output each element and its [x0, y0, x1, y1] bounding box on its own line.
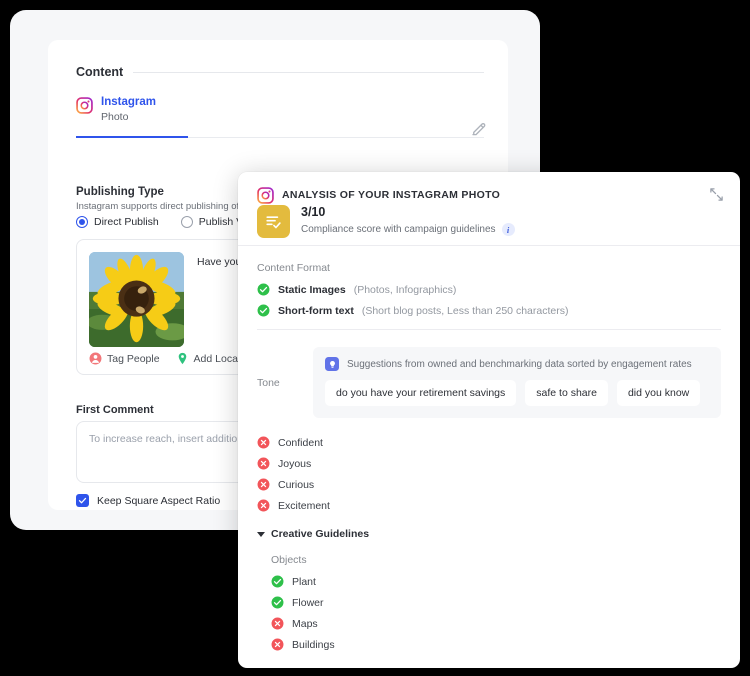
checkbox-checked[interactable] [76, 494, 89, 507]
object-item: Plant [271, 575, 721, 588]
check-circle-icon [257, 304, 270, 317]
tone-label: Tone [257, 376, 280, 389]
tone-hint-row: Suggestions from owned and benchmarking … [325, 357, 709, 371]
tab-underline-rule [188, 137, 484, 138]
tone-item: Confident [257, 436, 721, 449]
chevron-down-icon [257, 531, 265, 537]
screen: Content Instagram Photo Publishing Type … [0, 0, 750, 676]
content-format-item-name: Short-form text [278, 304, 354, 317]
checklist-icon [266, 216, 281, 229]
object-item: Buildings [271, 638, 721, 651]
objects-section: Objects Plant Flower Maps Buildings [257, 554, 721, 651]
analysis-panel: ANALYSIS OF YOUR INSTAGRAM PHOTO 3/10 Co… [238, 172, 740, 668]
object-item: Maps [271, 617, 721, 630]
radio-direct-publish-label: Direct Publish [94, 216, 159, 228]
object-item: Flower [271, 596, 721, 609]
content-format-item: Static Images (Photos, Infographics) [257, 283, 721, 296]
objects-label: Objects [271, 554, 307, 566]
analysis-panel-body: Content Format Static Images (Photos, In… [238, 246, 740, 651]
score-caption-row: Compliance score with campaign guideline… [301, 223, 515, 236]
section-divider [257, 329, 721, 330]
tone-chip[interactable]: did you know [616, 380, 701, 406]
content-section-header: Content [76, 65, 484, 79]
lightbulb-icon [325, 357, 339, 371]
analysis-panel-title: ANALYSIS OF YOUR INSTAGRAM PHOTO [282, 188, 501, 201]
tone-item-name: Confident [278, 436, 323, 449]
pencil-icon[interactable] [470, 120, 488, 138]
tone-chip[interactable]: safe to share [525, 380, 608, 406]
location-pin-icon [178, 352, 186, 365]
content-format-item: Short-form text (Short blog posts, Less … [257, 304, 721, 317]
object-item-name: Flower [292, 596, 324, 609]
header-divider [133, 71, 484, 73]
tone-item: Excitement [257, 499, 721, 512]
post-thumbnail[interactable] [89, 252, 184, 347]
tag-people-label: Tag People [107, 352, 160, 365]
content-format-item-note: (Photos, Infographics) [353, 283, 457, 296]
publishing-type-title: Publishing Type [76, 186, 164, 198]
check-icon [78, 497, 87, 504]
tag-people-button[interactable]: Tag People [89, 352, 160, 365]
tone-chip[interactable]: do you have your retirement savings [325, 380, 517, 406]
tone-item-name: Joyous [278, 457, 312, 470]
content-format-item-name: Static Images [278, 283, 346, 296]
check-circle-icon [271, 596, 284, 609]
object-item-name: Buildings [292, 638, 335, 651]
score-value: 3/10 [301, 205, 326, 219]
creative-guidelines-toggle[interactable]: Creative Guidelines [257, 528, 721, 540]
content-format-label: Content Format [257, 262, 330, 274]
creative-guidelines-label: Creative Guidelines [271, 528, 370, 540]
lightbulb-glyph [329, 360, 335, 368]
tone-item-name: Curious [278, 478, 315, 491]
tone-item: Joyous [257, 457, 721, 470]
tone-section: Tone Suggestions from owned and benchmar… [257, 347, 721, 418]
tab-instagram[interactable]: Instagram Photo [76, 90, 188, 138]
tab-type-label: Photo [101, 111, 129, 124]
check-circle-icon [257, 283, 270, 296]
radio-indicator-selected [76, 216, 88, 228]
content-format-item-note: (Short blog posts, Less than 250 charact… [361, 304, 569, 317]
analysis-panel-header: ANALYSIS OF YOUR INSTAGRAM PHOTO 3/10 Co… [238, 172, 740, 246]
object-item-name: Plant [292, 575, 316, 588]
sunflower-photo [89, 252, 184, 347]
x-circle-icon [257, 499, 270, 512]
content-label: Content [76, 65, 124, 79]
first-comment-title: First Comment [76, 404, 154, 416]
radio-indicator [180, 216, 193, 228]
tone-suggestions-card: Suggestions from owned and benchmarking … [313, 347, 721, 418]
tone-item-name: Excitement [278, 499, 330, 512]
tone-item-list: Confident Joyous Curious Excitement [257, 436, 721, 512]
info-icon[interactable]: i [501, 223, 515, 236]
tag-people-icon [89, 352, 102, 365]
tab-network-label: Instagram [101, 96, 156, 108]
check-circle-icon [271, 575, 284, 588]
instagram-icon [76, 97, 93, 114]
analysis-title-row: ANALYSIS OF YOUR INSTAGRAM PHOTO [257, 185, 500, 204]
compliance-score-row: 3/10 Compliance score with campaign guid… [257, 205, 515, 238]
keep-square-label: Keep Square Aspect Ratio [97, 494, 221, 507]
x-circle-icon [257, 478, 270, 491]
keep-square-aspect-ratio-row[interactable]: Keep Square Aspect Ratio [76, 494, 220, 507]
x-circle-icon [271, 638, 284, 651]
radio-direct-publish[interactable]: Direct Publish [76, 216, 159, 228]
score-text-block: 3/10 Compliance score with campaign guid… [301, 205, 515, 236]
object-item-name: Maps [292, 617, 318, 630]
instagram-icon [257, 187, 274, 204]
score-badge [257, 205, 290, 238]
tone-item: Curious [257, 478, 721, 491]
collapse-diagonal-icon[interactable] [709, 187, 724, 202]
tone-hint-text: Suggestions from owned and benchmarking … [347, 358, 692, 370]
x-circle-icon [257, 436, 270, 449]
tone-chip-list: do you have your retirement savings safe… [325, 380, 709, 406]
x-circle-icon [257, 457, 270, 470]
x-circle-icon [271, 617, 284, 630]
score-caption: Compliance score with campaign guideline… [301, 224, 496, 235]
